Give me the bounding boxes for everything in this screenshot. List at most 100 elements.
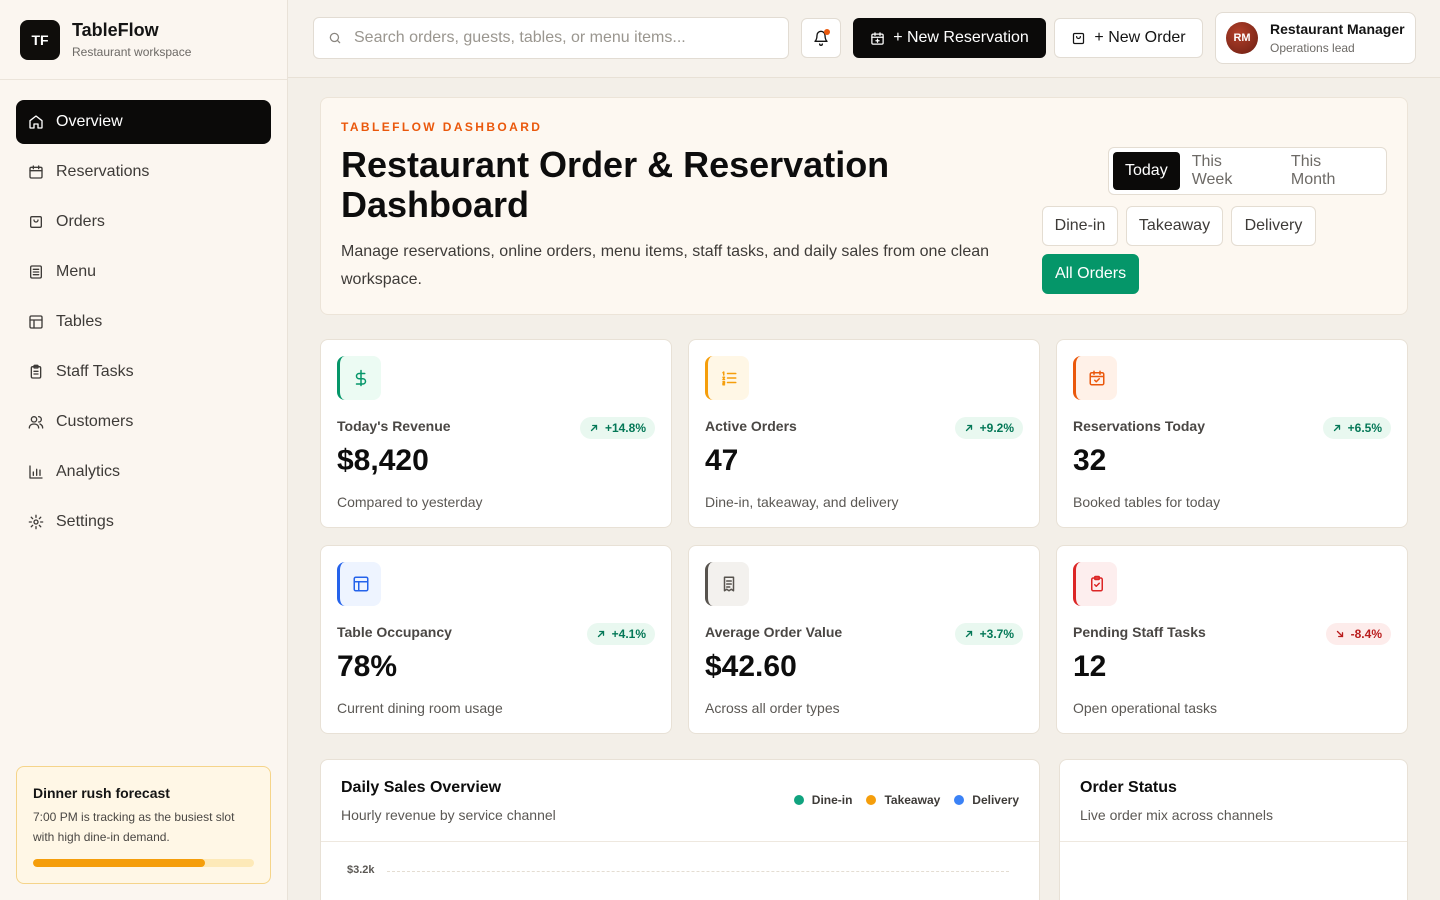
sidebar-item-label: Customers xyxy=(56,413,134,430)
period-today[interactable]: Today xyxy=(1113,152,1180,190)
dashboard-hero: TABLEFLOW DASHBOARD Restaurant Order & R… xyxy=(320,97,1408,315)
kpi-label: Active Orders xyxy=(705,418,797,434)
trend-value: +9.2% xyxy=(979,421,1014,435)
filter-takeaway[interactable]: Takeaway xyxy=(1126,206,1223,246)
kpi-value: 12 xyxy=(1073,650,1107,683)
dollar-icon xyxy=(337,356,381,400)
arrow-up-right-icon xyxy=(965,630,972,638)
kpi-subtext: Current dining room usage xyxy=(337,700,503,716)
trend-value: -8.4% xyxy=(1350,627,1382,641)
arrow-up-right-icon xyxy=(597,630,604,638)
brand-text: TableFlow Restaurant workspace xyxy=(72,20,191,59)
panel-title: Order Status xyxy=(1080,779,1177,796)
page-title: Restaurant Order & Reservation Dashboard xyxy=(341,144,890,225)
arrow-up-right-icon xyxy=(1333,424,1340,432)
kpi-label: Table Occupancy xyxy=(337,624,452,640)
hero-eyebrow: TABLEFLOW DASHBOARD xyxy=(341,120,543,134)
menu-list-icon xyxy=(30,265,42,279)
panel-title: Daily Sales Overview xyxy=(341,779,502,796)
filter-dine-in[interactable]: Dine-in xyxy=(1042,206,1118,246)
gear-icon xyxy=(28,514,44,530)
sidebar-item-label: Settings xyxy=(56,513,114,530)
panel-subtitle: Hourly revenue by service channel xyxy=(341,807,556,823)
kpi-card-reservations[interactable]: Reservations Today +6.5% 32 Booked table… xyxy=(1056,339,1408,528)
kpi-label: Pending Staff Tasks xyxy=(1073,624,1206,640)
sidebar-item-overview[interactable]: Overview xyxy=(16,100,271,144)
sidebar-item-staff-tasks[interactable]: Staff Tasks xyxy=(16,350,271,394)
kpi-label: Average Order Value xyxy=(705,624,843,640)
arrow-down-right-icon xyxy=(1336,630,1343,638)
brand-logo[interactable]: TF xyxy=(20,19,60,60)
table-grid-icon xyxy=(29,315,43,329)
trend-badge: +4.1% xyxy=(586,623,655,645)
legend-label: Takeaway xyxy=(884,793,941,807)
notifications-button[interactable] xyxy=(801,18,841,58)
chart-legend: Dine-in Takeaway Delivery xyxy=(780,793,1019,807)
trend-badge: +9.2% xyxy=(954,417,1023,439)
sidebar-item-label: Tables xyxy=(56,313,103,330)
brand-name: TableFlow xyxy=(72,20,159,40)
kpi-card-active-orders[interactable]: Active Orders +9.2% 47 Dine-in, takeaway… xyxy=(688,339,1040,528)
avatar: RM xyxy=(1226,22,1258,54)
trend-badge: +3.7% xyxy=(954,623,1023,645)
legend-takeaway[interactable]: Takeaway xyxy=(866,793,940,807)
forecast-progress-fill xyxy=(33,859,206,867)
forecast-text: 7:00 PM is tracking as the busiest slot … xyxy=(33,810,235,844)
profile-role: Operations lead xyxy=(1270,41,1355,55)
new-reservation-button[interactable]: + New Reservation xyxy=(853,18,1046,58)
clipboard-icon xyxy=(30,364,42,379)
period-this-month[interactable]: This Month xyxy=(1279,152,1382,190)
trend-value: +6.5% xyxy=(1347,421,1382,435)
kpi-value: 32 xyxy=(1073,444,1107,477)
trend-badge: +6.5% xyxy=(1322,417,1391,439)
user-profile[interactable]: RM Restaurant Manager Operations lead xyxy=(1215,12,1416,64)
kpi-label: Today's Revenue xyxy=(337,418,451,434)
kpi-value: $42.60 xyxy=(705,650,797,683)
sidebar-item-label: Overview xyxy=(56,113,123,130)
sidebar-item-orders[interactable]: Orders xyxy=(16,200,271,244)
daily-sales-panel: Daily Sales Overview Hourly revenue by s… xyxy=(320,759,1040,900)
notification-dot xyxy=(824,29,830,35)
home-icon xyxy=(29,115,43,129)
kpi-card-pending-staff-tasks[interactable]: Pending Staff Tasks -8.4% 12 Open operat… xyxy=(1056,545,1408,734)
kpi-subtext: Booked tables for today xyxy=(1073,494,1221,510)
kpi-subtext: Dine-in, takeaway, and delivery xyxy=(705,494,899,510)
search-box[interactable] xyxy=(313,17,789,59)
period-this-week[interactable]: This Week xyxy=(1180,152,1279,190)
filter-delivery[interactable]: Delivery xyxy=(1231,206,1316,246)
filter-all-orders[interactable]: All Orders xyxy=(1042,254,1139,294)
legend-dot xyxy=(954,795,965,805)
search-input[interactable] xyxy=(354,29,774,47)
dinner-rush-forecast: Dinner rush forecast 7:00 PM is tracking… xyxy=(16,766,271,884)
trend-value: +3.7% xyxy=(979,627,1014,641)
order-status-panel: Order Status Live order mix across chann… xyxy=(1059,759,1408,900)
new-reservation-label: + New Reservation xyxy=(893,29,1029,46)
trend-badge: -8.4% xyxy=(1325,623,1391,645)
panel-header: Daily Sales Overview Hourly revenue by s… xyxy=(321,760,1039,842)
sidebar-item-settings[interactable]: Settings xyxy=(16,500,271,544)
trend-value: +14.8% xyxy=(604,421,646,435)
sidebar-item-label: Menu xyxy=(56,263,97,280)
sidebar-item-label: Analytics xyxy=(56,463,121,480)
kpi-card-revenue[interactable]: Today's Revenue +14.8% $8,420 Compared t… xyxy=(320,339,672,528)
kpi-card-average-order-value[interactable]: Average Order Value +3.7% $42.60 Across … xyxy=(688,545,1040,734)
kpi-value: $8,420 xyxy=(337,444,429,477)
kpi-subtext: Open operational tasks xyxy=(1073,700,1217,716)
sidebar-item-label: Staff Tasks xyxy=(56,363,134,380)
panel-header: Order Status Live order mix across chann… xyxy=(1060,760,1407,842)
sidebar-item-customers[interactable]: Customers xyxy=(16,400,271,444)
kpi-card-table-occupancy[interactable]: Table Occupancy +4.1% 78% Current dining… xyxy=(320,545,672,734)
sidebar-item-tables[interactable]: Tables xyxy=(16,300,271,344)
sidebar-item-reservations[interactable]: Reservations xyxy=(16,150,271,194)
legend-label: Dine-in xyxy=(811,793,853,807)
y-tick-label: $3.2k xyxy=(347,864,375,876)
new-order-button[interactable]: + New Order xyxy=(1054,18,1203,58)
panel-subtitle: Live order mix across channels xyxy=(1080,807,1273,823)
legend-delivery[interactable]: Delivery xyxy=(954,793,1019,807)
table-grid-icon xyxy=(337,562,381,606)
profile-name: Restaurant Manager xyxy=(1270,21,1405,37)
sidebar-item-menu[interactable]: Menu xyxy=(16,250,271,294)
sidebar-item-analytics[interactable]: Analytics xyxy=(16,450,271,494)
kpi-label: Reservations Today xyxy=(1073,418,1206,434)
legend-dine-in[interactable]: Dine-in xyxy=(793,793,853,807)
